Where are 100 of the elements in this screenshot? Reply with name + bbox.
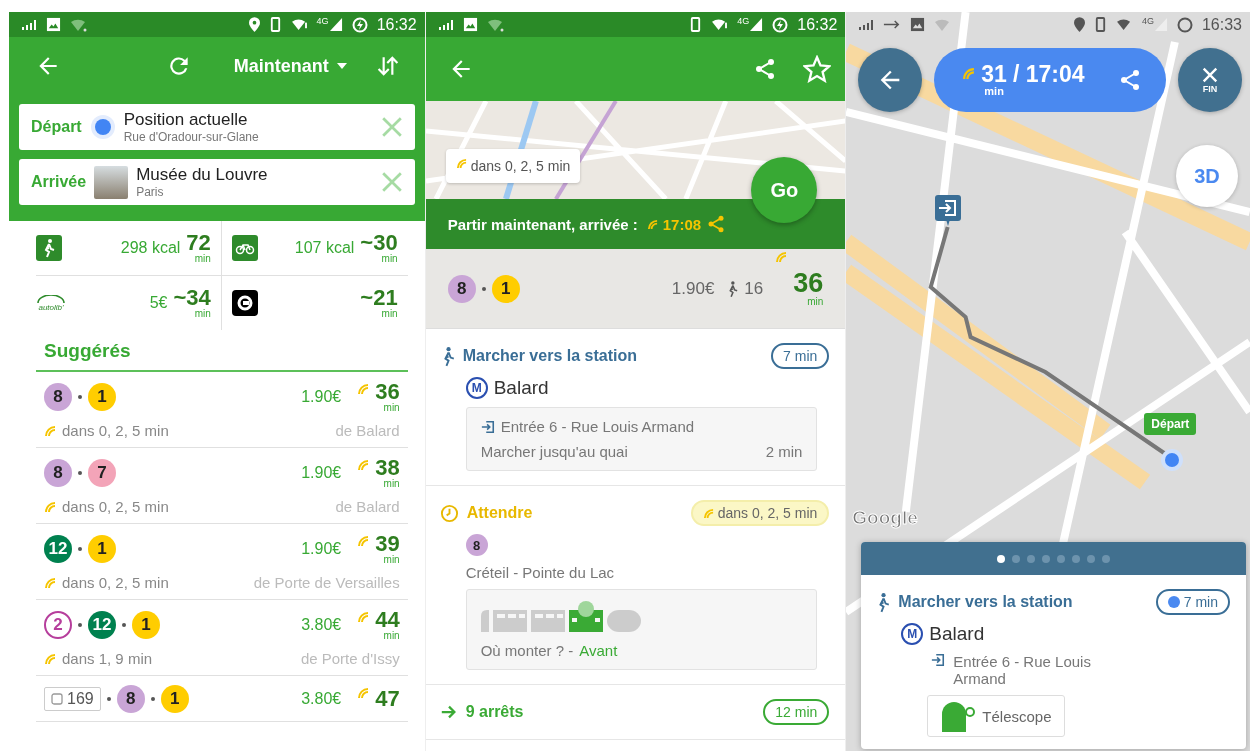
mode-detail: 107 kcal — [294, 239, 355, 257]
place-name: Position actuelle — [123, 110, 249, 130]
line-badge: 8 — [44, 459, 72, 487]
arrival-field[interactable]: Arrivée Musée du Louvre Paris — [19, 159, 415, 205]
departure-times: dans 0, 2, 5 min — [62, 498, 169, 515]
route-option[interactable]: 169 8 1 3.80€ 47 — [36, 676, 408, 722]
line-badge: 2 — [44, 611, 72, 639]
duration-text: 7 min — [1183, 594, 1218, 610]
realtime-icon — [455, 158, 467, 169]
realtime-icon — [357, 535, 370, 547]
close-icon — [1201, 66, 1219, 84]
place-address: Rue d'Oradour-sur-Glane — [123, 130, 260, 144]
page-indicator-dot[interactable] — [1057, 554, 1066, 563]
route-price: 1.90€ — [301, 388, 342, 406]
duration-unit: min — [381, 309, 398, 319]
data-saver-icon — [772, 16, 789, 33]
duration-unit: min — [383, 631, 400, 641]
duration-value: 72 — [186, 232, 211, 254]
line-badge: 12 — [88, 611, 116, 639]
duration-value: ~30 — [360, 232, 398, 254]
arrows-icon — [883, 20, 902, 29]
cell-signal-icon — [750, 18, 764, 31]
section-title: Suggérés — [36, 334, 408, 372]
route-option[interactable]: 8 7 1.90€ 38 min dans 0, 2, 5 min de Balard — [36, 448, 408, 524]
station-name: Balard — [929, 623, 985, 645]
duration-value: 36 — [375, 381, 400, 403]
route-price: 1.90€ — [301, 540, 342, 558]
realtime-icon — [962, 66, 976, 80]
field-label: Départ — [31, 118, 82, 136]
arrow-right-icon — [439, 703, 458, 721]
line-badge: 8 — [447, 274, 476, 303]
share-icon[interactable] — [1118, 68, 1142, 92]
carshare-logo: autolib' — [36, 294, 66, 312]
entrance-icon — [480, 419, 495, 434]
page-indicator-dot[interactable] — [1027, 554, 1036, 563]
line-badge: 1 — [88, 383, 116, 411]
page-indicator-dot[interactable] — [1072, 554, 1081, 563]
clear-icon[interactable] — [380, 171, 403, 193]
duration-unit: min — [383, 403, 400, 413]
realtime-icon — [702, 507, 714, 519]
duration-unit: min — [194, 309, 211, 319]
current-location-icon — [1160, 448, 1185, 472]
route-option[interactable]: 12 1 1.90€ 39 min dans 0, 2, 5 min de Porte de Versailles — [36, 524, 408, 600]
wifi-icon — [290, 18, 308, 31]
realtime-icon — [44, 652, 56, 665]
realtime-icon — [357, 687, 370, 699]
route-origin: de Porte de Versailles — [253, 574, 400, 591]
route-price: 1.90€ — [301, 464, 342, 482]
line-badge: 12 — [44, 535, 72, 563]
route-option[interactable]: 2 12 1 3.80€ 44 min dans 1, 9 min de Porte d'Issy — [36, 600, 408, 676]
clock-time: 16:32 — [797, 15, 838, 34]
progress-dot-icon — [1167, 596, 1180, 608]
cell-signal-icon — [329, 18, 343, 31]
realtime-icon — [44, 500, 56, 513]
wifi-icon — [1115, 18, 1133, 31]
page-indicator-dot[interactable] — [1042, 554, 1051, 563]
route-price: 1.90€ — [671, 278, 715, 299]
mode-detail: 5€ — [149, 294, 168, 312]
page-indicator-dot[interactable] — [997, 554, 1006, 563]
duration-unit: min — [381, 254, 398, 264]
separator-dot — [78, 395, 82, 399]
separator-dot — [78, 623, 82, 627]
route-price: 3.80€ — [301, 690, 342, 708]
separator-dot — [78, 471, 82, 475]
realtime-icon — [357, 383, 370, 395]
wifi-icon — [711, 18, 729, 31]
separator-dot — [481, 286, 486, 291]
walk-instruction: Marcher jusqu'au quai — [480, 443, 628, 460]
line-direction: Créteil - Pointe du Lac — [464, 564, 616, 581]
step-duration-badge: 12 min — [763, 699, 830, 725]
bus-line-badge: 169 — [44, 687, 101, 711]
walk-time: 2 min — [765, 443, 803, 460]
duration-unit: min — [807, 297, 824, 307]
place-name: Musée du Louvre — [136, 165, 269, 185]
page-indicator-dot[interactable] — [1012, 554, 1021, 563]
departure-times: dans 0, 2, 5 min — [62, 422, 169, 439]
start-marker: Départ — [1144, 413, 1197, 435]
vibrate-icon — [689, 17, 703, 32]
photo-placeholder — [94, 165, 129, 199]
duration-value: ~21 — [360, 287, 398, 309]
clock-time: 16:33 — [1201, 15, 1242, 34]
separator-dot — [150, 697, 155, 701]
star-icon[interactable] — [803, 55, 832, 83]
departure-times: dans 1, 9 min — [62, 650, 153, 667]
location-pin-icon — [248, 17, 260, 32]
departure-field[interactable]: Départ Position actuelle Rue d'Oradour-sur-Glane — [19, 104, 415, 150]
field-label: Arrivée — [31, 173, 87, 191]
signal-bars-icon — [21, 18, 37, 31]
departure-times: dans 0, 2, 5 min — [62, 574, 169, 591]
duration-value: 36 — [793, 270, 824, 297]
realtime-icon — [44, 576, 56, 589]
clear-icon[interactable] — [380, 116, 403, 138]
line-badge: 8 — [465, 534, 488, 556]
departure-times: dans 0, 2, 5 min — [470, 158, 571, 174]
route-price: 3.80€ — [301, 616, 342, 634]
route-option[interactable]: 8 1 1.90€ 36 min dans 0, 2, 5 min de Balard — [36, 372, 408, 448]
walking-person-icon — [36, 235, 62, 261]
realtime-icon — [44, 424, 56, 437]
page-indicator-dot[interactable] — [1087, 554, 1096, 563]
page-indicator-dot[interactable] — [1102, 554, 1111, 563]
